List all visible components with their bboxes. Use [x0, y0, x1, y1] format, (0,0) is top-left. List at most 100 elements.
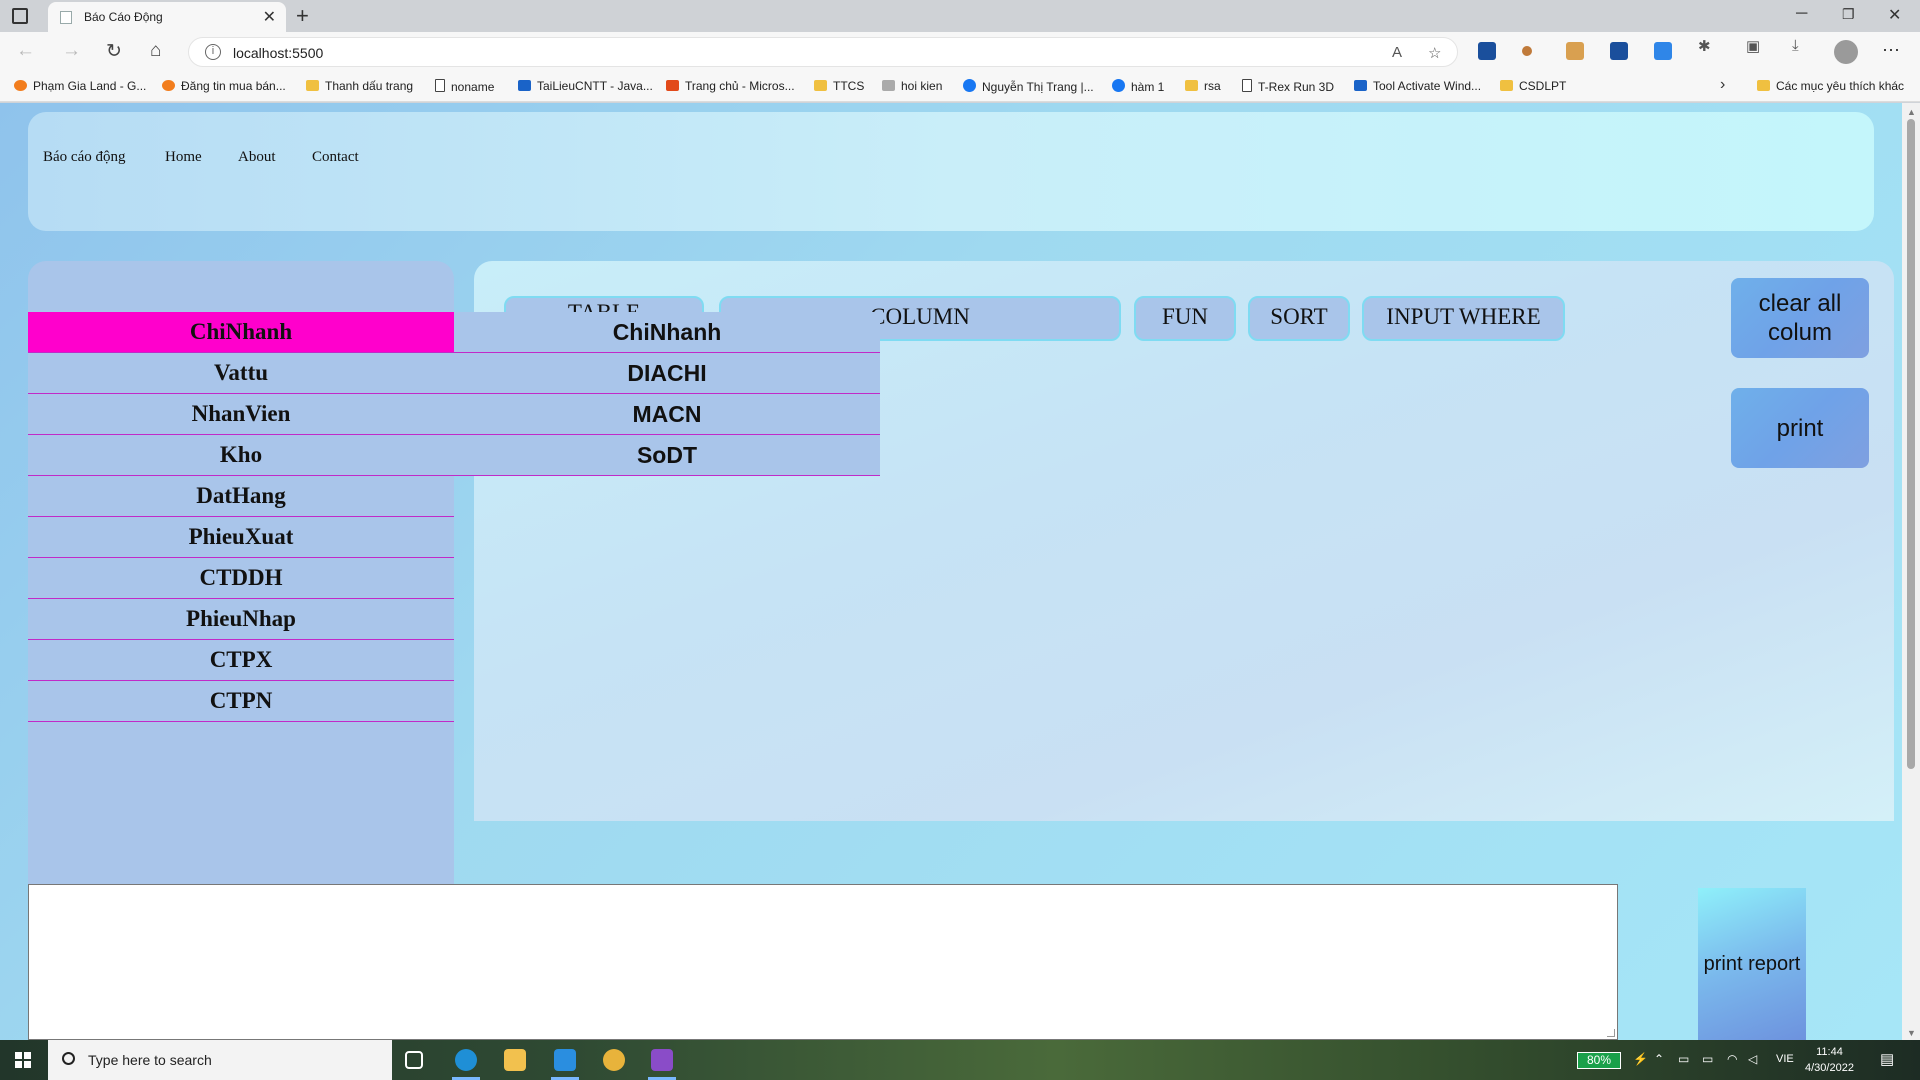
battery-indicator[interactable]: 80%: [1577, 1052, 1621, 1069]
extension-icon[interactable]: [1522, 46, 1532, 56]
downloads-icon[interactable]: ⤓: [1792, 37, 1799, 54]
edge-browser-icon[interactable]: [455, 1049, 477, 1071]
close-window-icon[interactable]: ✕: [1888, 5, 1901, 25]
reload-icon[interactable]: ↻: [106, 40, 122, 63]
bookmark-item[interactable]: TaiLieuCNTT - Java...: [518, 79, 653, 93]
bookmark-item[interactable]: Trang chủ - Micros...: [666, 79, 795, 93]
battery-tray-icon[interactable]: ▭: [1702, 1052, 1713, 1066]
facebook-icon: [963, 79, 976, 92]
bookmark-item[interactable]: T-Rex Run 3D: [1242, 79, 1334, 94]
forward-icon[interactable]: →: [62, 40, 81, 62]
column-option[interactable]: SoDT: [454, 435, 880, 476]
page-scrollbar[interactable]: ▲ ▼: [1902, 103, 1920, 1040]
bookmark-item[interactable]: Thanh dấu trang: [306, 79, 413, 93]
clock-time: 11:44: [1816, 1046, 1843, 1058]
volume-icon[interactable]: ◁: [1748, 1052, 1757, 1066]
nav-link-contact[interactable]: Contact: [312, 149, 359, 166]
extension-icon[interactable]: [1566, 42, 1584, 60]
back-icon[interactable]: ←: [16, 40, 35, 62]
more-menu-icon[interactable]: ⋯: [1882, 40, 1900, 61]
sidebar-item-phieuxuat[interactable]: PhieuXuat: [28, 517, 454, 558]
extension-icon[interactable]: [1654, 42, 1672, 60]
scroll-thumb[interactable]: [1907, 119, 1915, 769]
bookmark-item[interactable]: rsa: [1185, 79, 1221, 93]
language-indicator[interactable]: VIE: [1776, 1053, 1794, 1065]
tab-fun[interactable]: FUN: [1134, 296, 1236, 341]
resize-handle-icon[interactable]: [1607, 1029, 1615, 1037]
column-option[interactable]: MACN: [454, 394, 880, 435]
other-bookmarks[interactable]: Các mục yêu thích khác: [1757, 79, 1904, 93]
bookmark-item[interactable]: hàm 1: [1112, 79, 1164, 94]
scroll-down-icon[interactable]: ▼: [1907, 1028, 1916, 1038]
read-aloud-icon[interactable]: A: [1392, 44, 1402, 61]
home-icon[interactable]: ⌂: [150, 40, 161, 62]
folder-icon: [1185, 80, 1198, 91]
bookmark-item[interactable]: noname: [435, 79, 494, 94]
tab-input-where[interactable]: INPUT WHERE: [1362, 296, 1565, 341]
column-option[interactable]: ChiNhanh: [454, 312, 880, 353]
vscode-icon[interactable]: [554, 1049, 576, 1071]
chevron-right-icon[interactable]: ›: [1720, 76, 1725, 94]
site-info-icon[interactable]: i: [205, 44, 221, 60]
collections-icon[interactable]: ▣: [1746, 37, 1760, 55]
taskbar-search[interactable]: Type here to search: [48, 1040, 392, 1080]
new-tab-button[interactable]: +: [296, 3, 309, 29]
browser-tab[interactable]: Báo Cáo Động ✕: [48, 2, 286, 32]
visual-studio-icon[interactable]: [651, 1049, 673, 1071]
sidebar-item-ctpn[interactable]: CTPN: [28, 681, 454, 722]
sidebar-item-nhanvien[interactable]: NhanVien: [28, 394, 454, 435]
power-plug-icon[interactable]: ⚡: [1633, 1052, 1648, 1066]
sidebar-item-kho[interactable]: Kho: [28, 435, 454, 476]
sidebar-item-ctddh[interactable]: CTDDH: [28, 558, 454, 599]
sidebar-item-chinhanh[interactable]: ChiNhanh: [28, 312, 454, 353]
extension-icon[interactable]: [1478, 42, 1496, 60]
nav-brand[interactable]: Báo cáo động: [43, 149, 125, 166]
sidebar-item-ctpx[interactable]: CTPX: [28, 640, 454, 681]
extension-icon[interactable]: [1610, 42, 1628, 60]
folder-icon: [1757, 80, 1770, 91]
wifi-icon[interactable]: ◠: [1727, 1052, 1737, 1066]
address-bar[interactable]: i localhost:5500 A ☆: [188, 37, 1458, 67]
bookmark-item[interactable]: Đăng tin mua bán...: [162, 79, 286, 93]
file-explorer-icon[interactable]: [504, 1049, 526, 1071]
notifications-icon[interactable]: ▤: [1880, 1050, 1894, 1068]
sidebar-item-dathang[interactable]: DatHang: [28, 476, 454, 517]
add-favorite-icon[interactable]: ☆: [1428, 44, 1441, 62]
bookmark-item[interactable]: Tool Activate Wind...: [1354, 79, 1481, 93]
sidebar-item-vattu[interactable]: Vattu: [28, 353, 454, 394]
column-option[interactable]: DIACHI: [454, 353, 880, 394]
bookmark-item[interactable]: Phạm Gia Land - G...: [14, 79, 146, 93]
restore-icon[interactable]: ❐: [1842, 6, 1855, 23]
extensions-puzzle-icon[interactable]: ✱: [1698, 37, 1711, 55]
windows-start-icon[interactable]: [15, 1052, 31, 1068]
tab-actions-icon[interactable]: [12, 8, 28, 24]
print-report-button[interactable]: print report: [1698, 888, 1806, 1040]
bookmark-item[interactable]: TTCS: [814, 79, 864, 93]
bookmark-item[interactable]: Nguyễn Thị Trang |...: [963, 79, 1094, 94]
sidebar-item-phieunhap[interactable]: PhieuNhap: [28, 599, 454, 640]
tab-sort[interactable]: SORT: [1248, 296, 1350, 341]
nav-link-home[interactable]: Home: [165, 149, 202, 166]
clear-all-columns-button[interactable]: clear all colum: [1731, 278, 1869, 358]
folder-icon: [1500, 80, 1513, 91]
folder-icon: [814, 80, 827, 91]
report-textarea[interactable]: [28, 884, 1618, 1040]
address-text: localhost:5500: [233, 45, 324, 61]
search-placeholder: Type here to search: [88, 1052, 212, 1068]
page-viewport: Báo cáo động Home About Contact ChiNhanh…: [0, 103, 1902, 1040]
close-tab-icon[interactable]: ✕: [263, 7, 276, 27]
chevron-up-icon[interactable]: ⌃: [1654, 1052, 1664, 1066]
column-dropdown: ChiNhanh DIACHI MACN SoDT: [454, 312, 880, 476]
clear-all-label-line1: clear all: [1758, 290, 1842, 317]
task-view-icon[interactable]: [405, 1051, 423, 1069]
profile-avatar[interactable]: [1834, 40, 1858, 64]
nav-link-about[interactable]: About: [238, 149, 276, 166]
bookmark-item[interactable]: hoi kien: [882, 79, 942, 93]
system-clock[interactable]: 11:44 4/30/2022: [1805, 1044, 1854, 1076]
bookmark-item[interactable]: CSDLPT: [1500, 79, 1566, 93]
minimize-icon[interactable]: ─: [1796, 5, 1807, 23]
network-icon[interactable]: ▭: [1678, 1052, 1689, 1066]
print-button[interactable]: print: [1731, 388, 1869, 468]
chrome-icon[interactable]: [603, 1049, 625, 1071]
scroll-up-icon[interactable]: ▲: [1907, 107, 1916, 117]
